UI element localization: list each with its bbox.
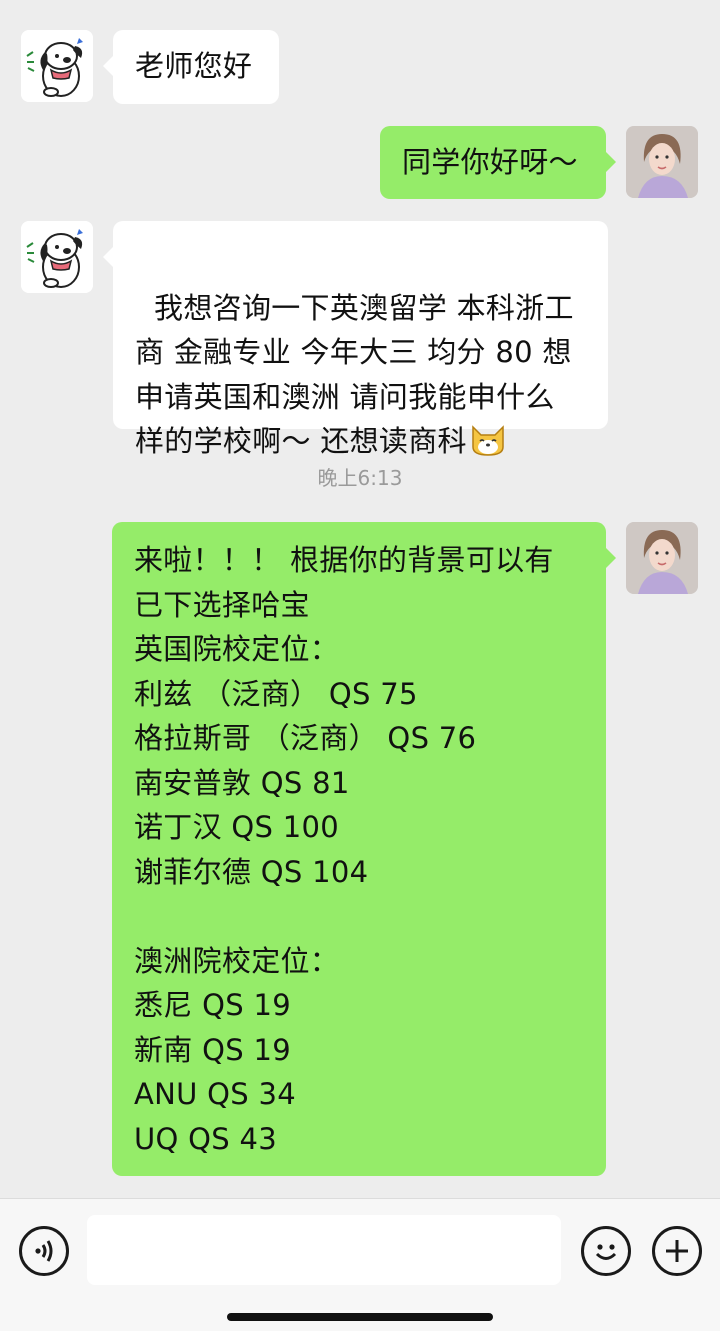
sent-message[interactable]: 来啦！！！ 根据你的背景可以有 已下选择哈宝 英国院校定位： 利兹 （泛商） Q… xyxy=(112,522,616,1176)
message-input[interactable] xyxy=(87,1215,561,1285)
sent-message[interactable]: 同学你好呀～ xyxy=(380,126,616,199)
voice-button[interactable] xyxy=(19,1226,69,1276)
plus-icon xyxy=(666,1240,688,1262)
student-avatar[interactable] xyxy=(21,221,93,293)
emoji-button[interactable] xyxy=(581,1226,631,1276)
student-avatar[interactable] xyxy=(21,30,93,102)
message-text: 我想咨询一下英澳留学 本科浙工 商 金融专业 今年大三 均分 80 想 申请英国… xyxy=(135,290,574,459)
input-bar xyxy=(0,1198,720,1331)
dog-avatar-icon xyxy=(21,221,93,293)
add-button[interactable] xyxy=(652,1226,702,1276)
home-indicator[interactable] xyxy=(227,1313,493,1321)
person-avatar-icon xyxy=(626,126,698,198)
cat-emoji xyxy=(472,425,504,456)
received-message[interactable]: 我想咨询一下英澳留学 本科浙工 商 金融专业 今年大三 均分 80 想 申请英国… xyxy=(103,221,608,458)
received-message[interactable]: 老师您好 xyxy=(103,30,279,104)
person-avatar-icon xyxy=(626,522,698,594)
dog-avatar-icon xyxy=(21,30,93,102)
emoji-icon xyxy=(595,1244,617,1260)
teacher-avatar[interactable] xyxy=(626,522,698,594)
message-timestamp: 晚上6:13 xyxy=(317,466,403,490)
voice-icon xyxy=(35,1240,53,1262)
teacher-avatar[interactable] xyxy=(626,126,698,198)
